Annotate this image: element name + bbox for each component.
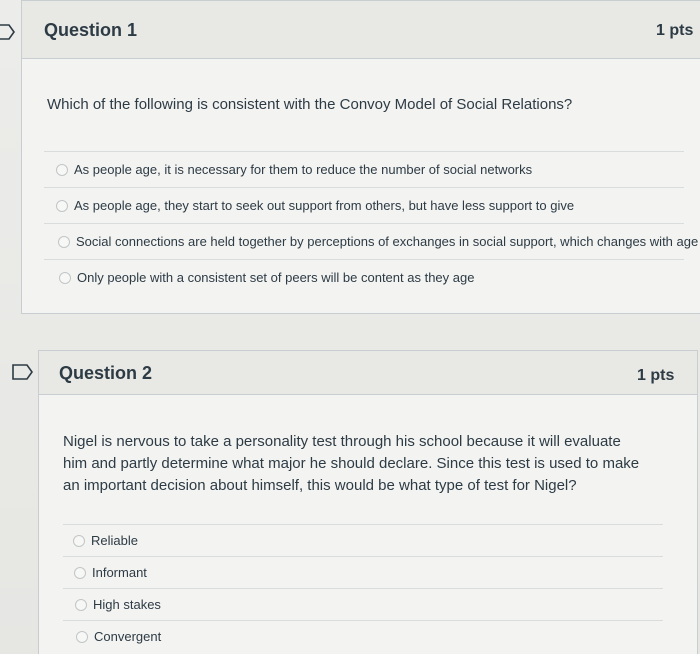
radio-button[interactable] bbox=[76, 630, 88, 643]
flag-question-icon[interactable] bbox=[0, 24, 16, 40]
radio-button[interactable] bbox=[56, 163, 68, 176]
answer-option[interactable]: Informant bbox=[63, 556, 663, 588]
answer-label: As people age, they start to seek out su… bbox=[74, 198, 575, 213]
answer-option[interactable]: Convergent bbox=[63, 620, 663, 652]
answer-label: Only people with a consistent set of pee… bbox=[77, 270, 475, 285]
answer-label: As people age, it is necessary for them … bbox=[74, 162, 533, 177]
radio-button[interactable] bbox=[75, 598, 87, 611]
question-2-answers: Reliable Informant High stakes Convergen… bbox=[63, 524, 663, 652]
question-2-text: Nigel is nervous to take a personality t… bbox=[63, 433, 640, 494]
answer-option[interactable]: Only people with a consistent set of pee… bbox=[44, 259, 684, 295]
question-2-header: Question 2 1 pts bbox=[39, 351, 697, 395]
answer-label: Reliable bbox=[91, 533, 138, 548]
answer-option[interactable]: Social connections are held together by … bbox=[44, 223, 698, 259]
answer-label: Convergent bbox=[94, 629, 162, 644]
radio-button[interactable] bbox=[73, 534, 85, 547]
quiz-page: Question 1 1 pts Which of the following … bbox=[0, 0, 700, 654]
answer-label: Informant bbox=[92, 565, 147, 580]
radio-button[interactable] bbox=[74, 566, 86, 579]
answer-label: High stakes bbox=[93, 597, 161, 612]
answer-option[interactable]: As people age, it is necessary for them … bbox=[44, 151, 684, 187]
question-1-card: Question 1 1 pts Which of the following … bbox=[21, 0, 700, 314]
answer-label: Social connections are held together by … bbox=[76, 234, 699, 249]
question-2-title: Question 2 bbox=[59, 363, 153, 383]
question-2-card: Question 2 1 pts Nigel is nervous to tak… bbox=[38, 350, 698, 654]
question-1-title: Question 1 bbox=[44, 20, 138, 40]
question-1-text: Which of the following is consistent wit… bbox=[47, 96, 573, 113]
answer-option[interactable]: As people age, they start to seek out su… bbox=[44, 187, 684, 223]
radio-button[interactable] bbox=[56, 199, 68, 212]
radio-button[interactable] bbox=[59, 271, 71, 284]
question-1-points: 1 pts bbox=[656, 22, 694, 39]
question-1-answers: As people age, it is necessary for them … bbox=[44, 151, 698, 295]
question-1-header: Question 1 1 pts bbox=[22, 1, 700, 59]
answer-option[interactable]: Reliable bbox=[63, 524, 663, 556]
answer-option[interactable]: High stakes bbox=[63, 588, 663, 620]
flag-question-icon[interactable] bbox=[12, 364, 34, 380]
radio-button[interactable] bbox=[58, 235, 70, 248]
question-2-points: 1 pts bbox=[637, 367, 675, 384]
